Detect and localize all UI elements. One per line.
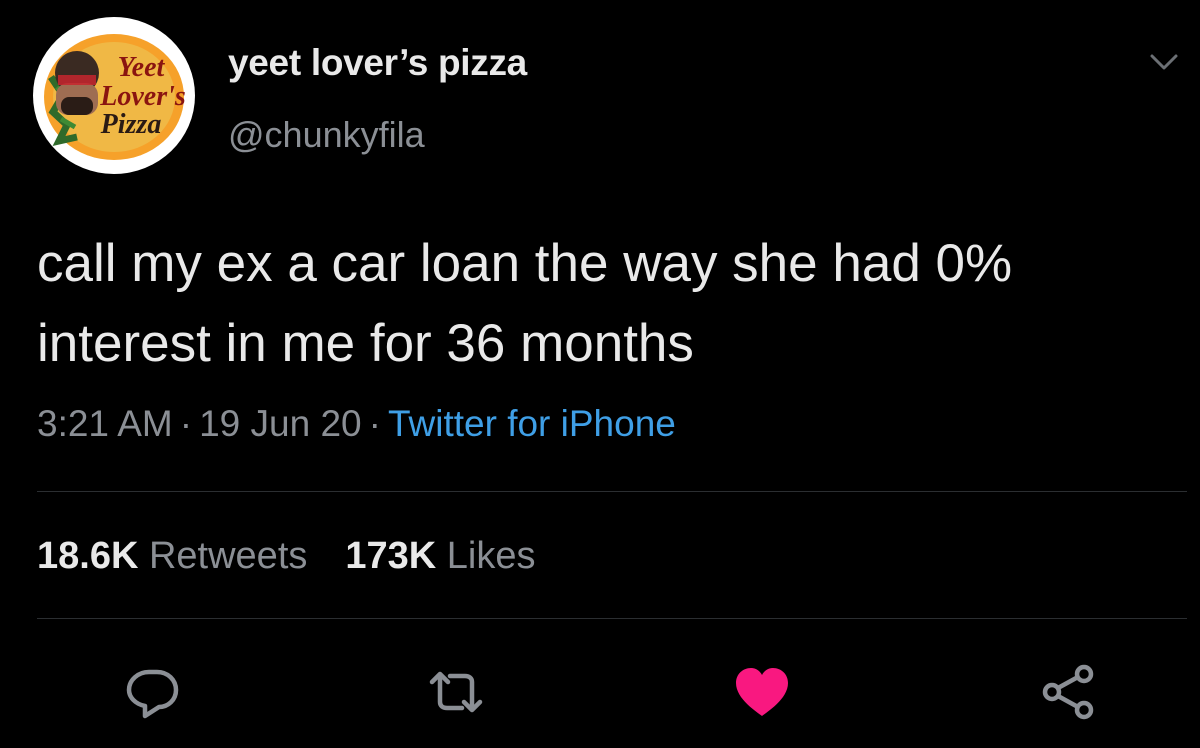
share-icon[interactable] [1038, 660, 1102, 724]
divider [37, 491, 1187, 492]
avatar[interactable]: Yeet Lover's Pizza [33, 17, 195, 174]
tweet-metadata: 3:21 AM · 19 Jun 20 · Twitter for iPhone [37, 403, 676, 445]
retweets-stat[interactable]: 18.6K Retweets [37, 535, 307, 577]
tweet-text: call my ex a car loan the way she had 0%… [37, 234, 1013, 373]
avatar-logo-line-1: Yeet [118, 52, 166, 83]
tweet-card: Yeet Lover's Pizza yeet lover’s pizza @c… [0, 0, 1200, 748]
tweet-source-link[interactable]: Twitter for iPhone [388, 403, 676, 444]
display-name[interactable]: yeet lover’s pizza [228, 42, 527, 84]
avatar-image: Yeet Lover's Pizza [35, 19, 193, 171]
divider [37, 618, 1187, 619]
user-handle[interactable]: @chunkyfila [228, 114, 425, 156]
retweet-icon[interactable] [424, 660, 488, 724]
likes-stat[interactable]: 173K Likes [345, 535, 535, 577]
like-icon[interactable] [730, 660, 794, 724]
tweet-date[interactable]: 19 Jun 20 [199, 403, 362, 444]
meta-separator: · [368, 403, 381, 444]
likes-label: Likes [446, 535, 536, 577]
retweets-label: Retweets [148, 535, 308, 577]
avatar-logo-line-2: Lover's [99, 81, 186, 112]
meta-separator: · [179, 403, 193, 444]
chevron-down-icon[interactable] [1149, 50, 1179, 74]
retweets-count: 18.6K [37, 535, 139, 577]
likes-count: 173K [345, 535, 437, 577]
tweet-time[interactable]: 3:21 AM [37, 403, 173, 444]
engagement-stats: 18.6K Retweets 173K Likes [37, 535, 536, 578]
avatar-logo-line-3: Pizza [100, 109, 162, 140]
reply-icon[interactable] [121, 660, 185, 724]
